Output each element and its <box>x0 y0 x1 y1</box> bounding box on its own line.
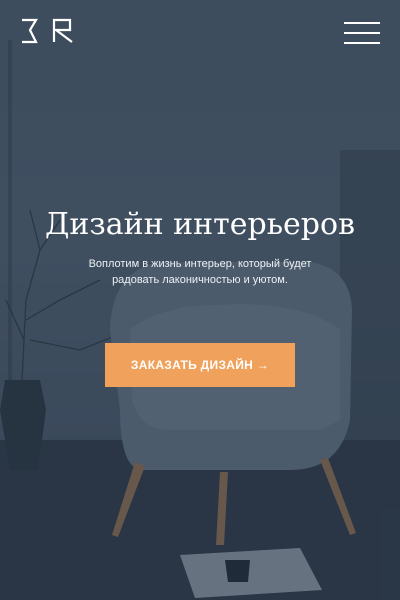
hero-content: Дизайн интерьеров Воплотим в жизнь интер… <box>0 208 400 288</box>
hero-subtitle: Воплотим в жизнь интерьер, который будет… <box>88 258 312 286</box>
hamburger-menu-icon[interactable] <box>344 22 380 44</box>
order-design-button[interactable]: ЗАКАЗАТЬ ДИЗАЙН → <box>105 343 295 387</box>
hero-overlay <box>0 0 400 600</box>
hero-title: Дизайн интерьеров <box>45 207 355 242</box>
hero-section: Дизайн интерьеров Воплотим в жизнь интер… <box>0 0 400 600</box>
brand-logo[interactable] <box>20 18 74 44</box>
